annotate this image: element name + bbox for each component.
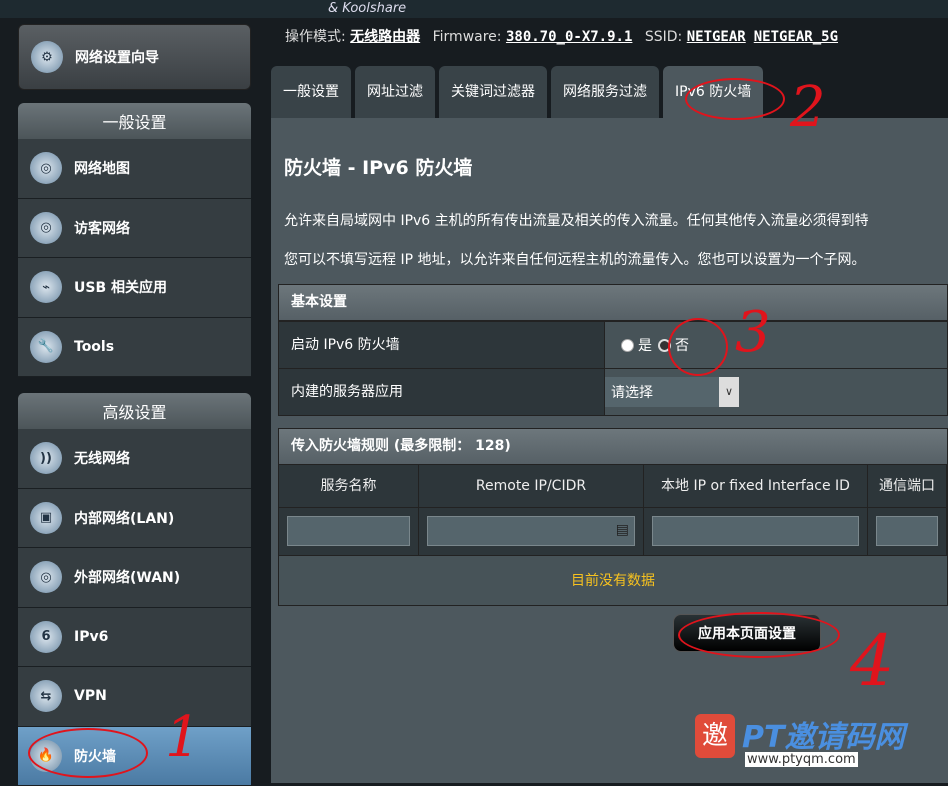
vpn-icon: ⇆ xyxy=(30,680,62,712)
port-input[interactable] xyxy=(876,516,938,546)
no-label: 否 xyxy=(675,335,689,355)
tab-url-filter[interactable]: 网址过滤 xyxy=(355,66,435,118)
status-bar: 操作模式: 无线路由器 Firmware: 380.70_0-X7.9.1 SS… xyxy=(285,26,846,46)
sidebar-item-guest-network[interactable]: ◎ 访客网络 xyxy=(18,199,251,259)
guest-globe-icon: ◎ xyxy=(30,212,62,244)
brand-text: & Koolshare xyxy=(328,1,406,16)
firewall-icon: 🔥 xyxy=(30,740,62,772)
item-label: USB 相关应用 xyxy=(74,277,167,297)
item-label: 外部网络(WAN) xyxy=(74,567,180,587)
sidebar-item-vpn[interactable]: ⇆ VPN xyxy=(18,667,251,727)
description-2: 您可以不填写远程 IP 地址，以允许来自任何远程主机的流量传入。您也可以设置为一… xyxy=(284,249,865,269)
col-remote-ip: Remote IP/CIDR xyxy=(419,465,644,507)
item-label: Tools xyxy=(74,339,114,355)
server-label: 内建的服务器应用 xyxy=(279,369,605,415)
radio-yes[interactable] xyxy=(621,339,634,352)
sidebar-general: 一般设置 ◎ 网络地图 ◎ 访客网络 ⌁ USB 相关应用 🔧 Tools xyxy=(18,103,251,377)
ssid-label: SSID: xyxy=(645,29,682,45)
wrench-icon: 🔧 xyxy=(30,331,62,363)
ssid-link-5g[interactable]: NETGEAR_5G xyxy=(754,29,838,45)
mode-label: 操作模式: xyxy=(285,29,346,45)
usb-icon: ⌁ xyxy=(30,271,62,303)
watermark-url: www.ptyqm.com xyxy=(745,752,858,767)
description-1: 允许来自局域网中 IPv6 主机的所有传出流量及相关的传入流量。任何其他传入流量… xyxy=(284,210,869,230)
sidebar-item-wan[interactable]: ◎ 外部网络(WAN) xyxy=(18,548,251,608)
tab-ipv6-firewall[interactable]: IPv6 防火墙 xyxy=(663,66,763,118)
col-service-name: 服务名称 xyxy=(279,465,419,507)
contact-card-icon[interactable]: ▤ xyxy=(616,522,629,538)
remote-ip-input[interactable] xyxy=(427,516,635,546)
tab-keyword-filter[interactable]: 关键词过滤器 xyxy=(439,66,547,118)
basic-header: 基本设置 xyxy=(279,285,947,321)
tab-service-filter[interactable]: 网络服务过滤 xyxy=(551,66,659,118)
sidebar-item-ipv6[interactable]: 6 IPv6 xyxy=(18,608,251,668)
top-banner: & Koolshare xyxy=(0,0,948,18)
service-name-input[interactable] xyxy=(287,516,410,546)
item-label: 网络地图 xyxy=(74,158,130,178)
enable-label: 启动 IPv6 防火墙 xyxy=(279,322,605,368)
wizard-label: 网络设置向导 xyxy=(75,47,159,67)
item-label: VPN xyxy=(74,688,107,704)
rules-header: 传入防火墙规则 (最多限制： 128) xyxy=(279,429,947,465)
chevron-down-icon: ∨ xyxy=(719,377,739,407)
item-label: 访客网络 xyxy=(74,218,130,238)
item-label: 内部网络(LAN) xyxy=(74,508,174,528)
wan-globe-icon: ◎ xyxy=(30,561,62,593)
select-value: 请选择 xyxy=(611,382,653,402)
wifi-icon: )) xyxy=(30,442,62,474)
sidebar-item-firewall[interactable]: 🔥 防火墙 xyxy=(18,727,251,786)
sidebar-item-network-map[interactable]: ◎ 网络地图 xyxy=(18,139,251,199)
local-ip-input[interactable] xyxy=(652,516,859,546)
rules-table: 传入防火墙规则 (最多限制： 128) 服务名称 Remote IP/CIDR … xyxy=(278,428,948,606)
page-title: 防火墙 - IPv6 防火墙 xyxy=(284,153,472,180)
sidebar-wizard-button[interactable]: ⚙ 网络设置向导 xyxy=(18,24,251,90)
wizard-icon: ⚙ xyxy=(31,41,63,73)
sidebar-item-tools[interactable]: 🔧 Tools xyxy=(18,318,251,378)
sidebar-item-lan[interactable]: ▣ 内部网络(LAN) xyxy=(18,489,251,549)
mode-link[interactable]: 无线路由器 xyxy=(350,29,420,45)
tab-bar: 一般设置 网址过滤 关键词过滤器 网络服务过滤 IPv6 防火墙 xyxy=(271,66,763,118)
item-label: 无线网络 xyxy=(74,448,130,468)
tab-general[interactable]: 一般设置 xyxy=(271,66,351,118)
apply-button[interactable]: 应用本页面设置 xyxy=(673,614,821,652)
lan-icon: ▣ xyxy=(30,502,62,534)
ipv6-icon: 6 xyxy=(30,621,62,653)
ssid-link-24g[interactable]: NETGEAR xyxy=(687,29,746,45)
yes-label: 是 xyxy=(638,335,652,355)
watermark-logo: 邀 xyxy=(695,714,735,758)
firmware-link[interactable]: 380.70_0-X7.9.1 xyxy=(506,29,632,45)
main-panel: 防火墙 - IPv6 防火墙 允许来自局域网中 IPv6 主机的所有传出流量及相… xyxy=(271,118,948,783)
item-label: IPv6 xyxy=(74,629,108,645)
sidebar-item-wireless[interactable]: )) 无线网络 xyxy=(18,429,251,489)
sidebar-advanced: 高级设置 ))无线网络 ▣内部网络(LAN) ◎外部网络(WAN) 6IPv6 … xyxy=(18,393,251,786)
globe-icon: ◎ xyxy=(30,152,62,184)
radio-no[interactable] xyxy=(658,339,671,352)
advanced-header: 高级设置 xyxy=(18,393,251,429)
firmware-label: Firmware: xyxy=(433,29,502,45)
general-header: 一般设置 xyxy=(18,103,251,139)
basic-settings: 基本设置 启动 IPv6 防火墙 是 否 内建的服务器应用 请选择 ∨ xyxy=(278,284,948,416)
sidebar-item-usb[interactable]: ⌁ USB 相关应用 xyxy=(18,258,251,318)
item-label: 防火墙 xyxy=(74,746,116,766)
watermark-text: PT邀请码网 xyxy=(742,712,904,756)
col-local-ip: 本地 IP or fixed Interface ID xyxy=(644,465,868,507)
server-select[interactable]: 请选择 ∨ xyxy=(605,377,739,407)
col-port: 通信端口 xyxy=(868,465,947,507)
empty-message: 目前没有数据 xyxy=(279,555,947,605)
